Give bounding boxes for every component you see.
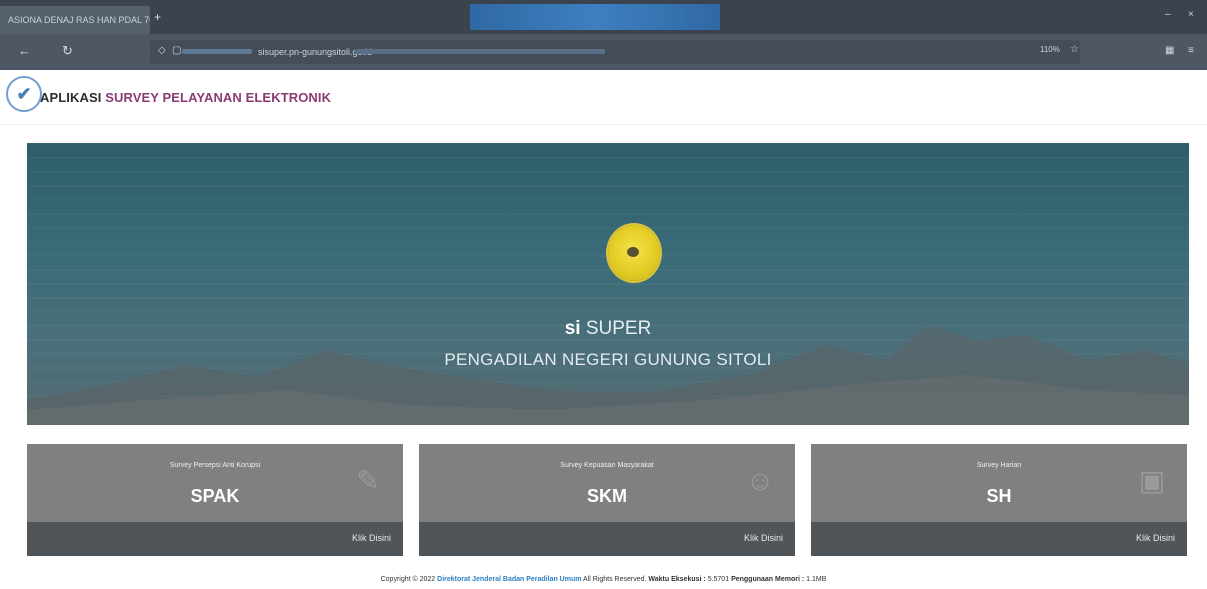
memory-label: Penggunaan Memori :: [731, 576, 805, 583]
card-footer[interactable]: Klik Disini: [27, 522, 403, 556]
card-skm[interactable]: Survey Kepuasan Masyarakat SKM ☺ Klik Di…: [419, 444, 795, 556]
app-header: ✔ APLIKASI SURVEY PELAYANAN ELEKTRONIK: [0, 72, 1207, 125]
page-footer: Copyright © 2022 Direktorat Jenderal Bad…: [0, 576, 1207, 583]
close-icon[interactable]: ×: [1188, 9, 1194, 20]
card-subtitle: Survey Persepsi Anti Korupsi: [169, 462, 261, 469]
tab-strip-highlight: [470, 4, 720, 30]
court-name: PENGADILAN NEGERI GUNUNG SITOLI: [444, 350, 772, 369]
app-title-part1: APLIKASI: [40, 90, 102, 105]
card-sh[interactable]: Survey Harian SH ▣ Klik Disini: [811, 444, 1187, 556]
address-bar[interactable]: ◇ ▢ sisuper.pn-gunungsitoli.go.id 110% ☆: [150, 40, 1080, 64]
hero-banner: si SUPER PENGADILAN NEGERI GUNUNG SITOLI: [27, 143, 1189, 425]
tab-bar: ASIONA DENAJ RAS HAN PDAL 70 CS + – ×: [0, 0, 1207, 34]
render-value: 5.5701: [707, 576, 730, 583]
browser-chrome: ASIONA DENAJ RAS HAN PDAL 70 CS + – × ← …: [0, 0, 1207, 70]
url-prefix-blur: [182, 49, 252, 54]
minimize-icon[interactable]: –: [1165, 9, 1171, 20]
render-label: Waktu Eksekusi :: [648, 576, 706, 583]
card-link[interactable]: Klik Disini: [1136, 533, 1175, 543]
shield-icon: ◇: [158, 45, 166, 56]
url-suffix-blur: [355, 49, 605, 54]
card-link[interactable]: Klik Disini: [352, 533, 391, 543]
lock-icon: ▢: [172, 45, 182, 56]
copyright-text: Copyright © 2022: [380, 576, 436, 583]
card-subtitle: Survey Harian: [976, 462, 1022, 469]
memory-value: 1.1MB: [806, 576, 827, 583]
browser-tab[interactable]: ASIONA DENAJ RAS HAN PDAL 70 CS: [0, 6, 150, 34]
new-tab-button[interactable]: +: [154, 10, 161, 24]
document-icon: ▣: [1138, 465, 1166, 496]
reload-icon[interactable]: ↻: [62, 43, 73, 59]
app-title[interactable]: APLIKASI SURVEY PELAYANAN ELEKTRONIK: [40, 90, 331, 105]
zoom-level[interactable]: 110%: [1040, 45, 1060, 54]
card-link[interactable]: Klik Disini: [744, 533, 783, 543]
rights-text: All Rights Reserved.: [583, 576, 647, 583]
emblem-mark: [627, 247, 639, 257]
app-name: si SUPER: [27, 318, 1189, 340]
extensions-icon[interactable]: ▦: [1165, 45, 1174, 56]
app-name-main: SUPER: [585, 318, 652, 339]
card-footer[interactable]: Klik Disini: [811, 522, 1187, 556]
card-code: SKM: [587, 486, 627, 506]
card-code: SH: [986, 486, 1012, 506]
court-emblem: [608, 225, 660, 281]
footer-link[interactable]: Direktorat Jenderal Badan Peradilan Umum: [437, 576, 581, 583]
card-code: SPAK: [190, 486, 240, 506]
bookmark-icon[interactable]: ☆: [1070, 44, 1079, 55]
app-title-part2: SURVEY PELAYANAN ELEKTRONIK: [105, 90, 332, 105]
menu-icon[interactable]: ≡: [1188, 45, 1194, 56]
app-logo[interactable]: ✔: [6, 76, 42, 112]
card-footer[interactable]: Klik Disini: [419, 522, 795, 556]
app-name-prefix: si: [564, 318, 581, 339]
card-spak[interactable]: Survey Persepsi Anti Korupsi SPAK ✎ Klik…: [27, 444, 403, 556]
pen-icon: ✎: [356, 465, 380, 496]
people-icon: ☺: [745, 465, 775, 496]
card-subtitle: Survey Kepuasan Masyarakat: [560, 462, 654, 469]
nav-bar: ← ↻ ◇ ▢ sisuper.pn-gunungsitoli.go.id 11…: [0, 34, 1207, 70]
back-icon[interactable]: ←: [18, 43, 31, 58]
